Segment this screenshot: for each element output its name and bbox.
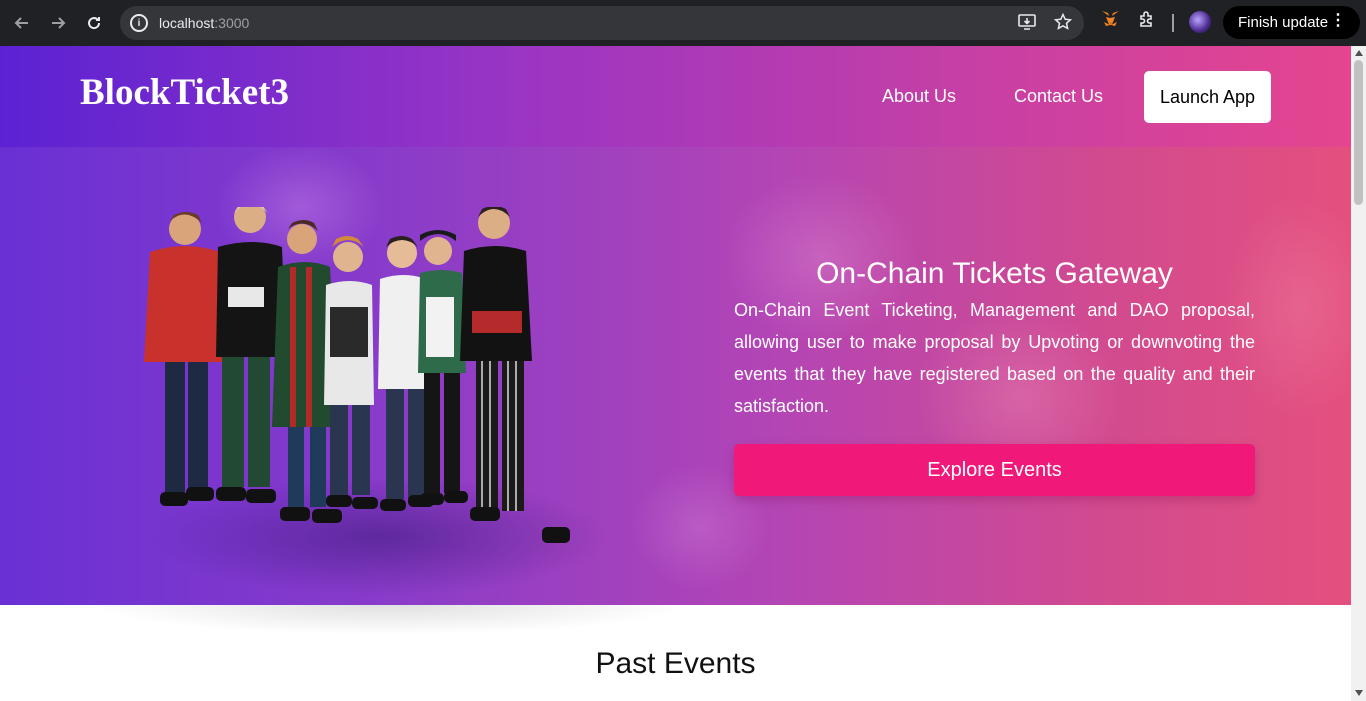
star-icon[interactable]: [1053, 12, 1073, 36]
scroll-down-arrow-icon[interactable]: [1355, 690, 1363, 696]
band-group-photo: [144, 207, 570, 543]
brand-logo[interactable]: BlockTicket3: [80, 71, 289, 114]
back-arrow-icon[interactable]: [4, 5, 40, 41]
address-bar[interactable]: i localhost:3000: [120, 6, 1084, 40]
browser-toolbar: i localhost:3000 Finish update ⋮: [0, 0, 1366, 46]
person-red-jacket: [144, 212, 226, 506]
person-green-jacket: [418, 230, 468, 505]
page-viewport: BlockTicket3 About Us Contact Us Launch …: [0, 46, 1351, 701]
nav-contact-us[interactable]: Contact Us: [1014, 86, 1103, 107]
person-white-shirt: [324, 236, 378, 509]
metamask-fox-icon[interactable]: [1101, 10, 1120, 33]
reload-icon[interactable]: [76, 5, 112, 41]
install-app-icon[interactable]: [1018, 13, 1036, 36]
explore-events-button[interactable]: Explore Events: [734, 444, 1255, 496]
url-text: localhost:3000: [159, 15, 249, 31]
extensions-puzzle-icon[interactable]: [1138, 10, 1156, 33]
past-events-heading: Past Events: [595, 647, 756, 680]
toolbar-divider: [1172, 14, 1174, 32]
nav-about-us[interactable]: About Us: [882, 86, 956, 107]
page-scrollbar[interactable]: [1351, 46, 1366, 701]
launch-app-button[interactable]: Launch App: [1144, 71, 1271, 123]
person-striped-pants: [460, 207, 570, 543]
scrollbar-thumb[interactable]: [1354, 60, 1363, 205]
url-port: :3000: [214, 15, 250, 31]
finish-update-button[interactable]: Finish update ⋮: [1223, 6, 1360, 39]
forward-arrow-icon[interactable]: [40, 5, 76, 41]
hero-section: On-Chain Tickets Gateway On-Chain Event …: [0, 147, 1351, 605]
finish-update-label: Finish update: [1238, 14, 1329, 31]
hero-drop-shadow: [90, 605, 690, 635]
scroll-up-arrow-icon[interactable]: [1355, 50, 1363, 56]
profile-avatar-icon[interactable]: [1189, 11, 1211, 33]
hero-title: On-Chain Tickets Gateway: [816, 257, 1173, 290]
menu-dots-icon[interactable]: ⋮: [1330, 13, 1346, 29]
url-host: localhost: [159, 15, 215, 31]
site-info-icon[interactable]: i: [130, 14, 148, 32]
hero-description: On-Chain Event Ticketing, Management and…: [734, 300, 1255, 416]
site-header: BlockTicket3 About Us Contact Us Launch …: [0, 46, 1351, 147]
